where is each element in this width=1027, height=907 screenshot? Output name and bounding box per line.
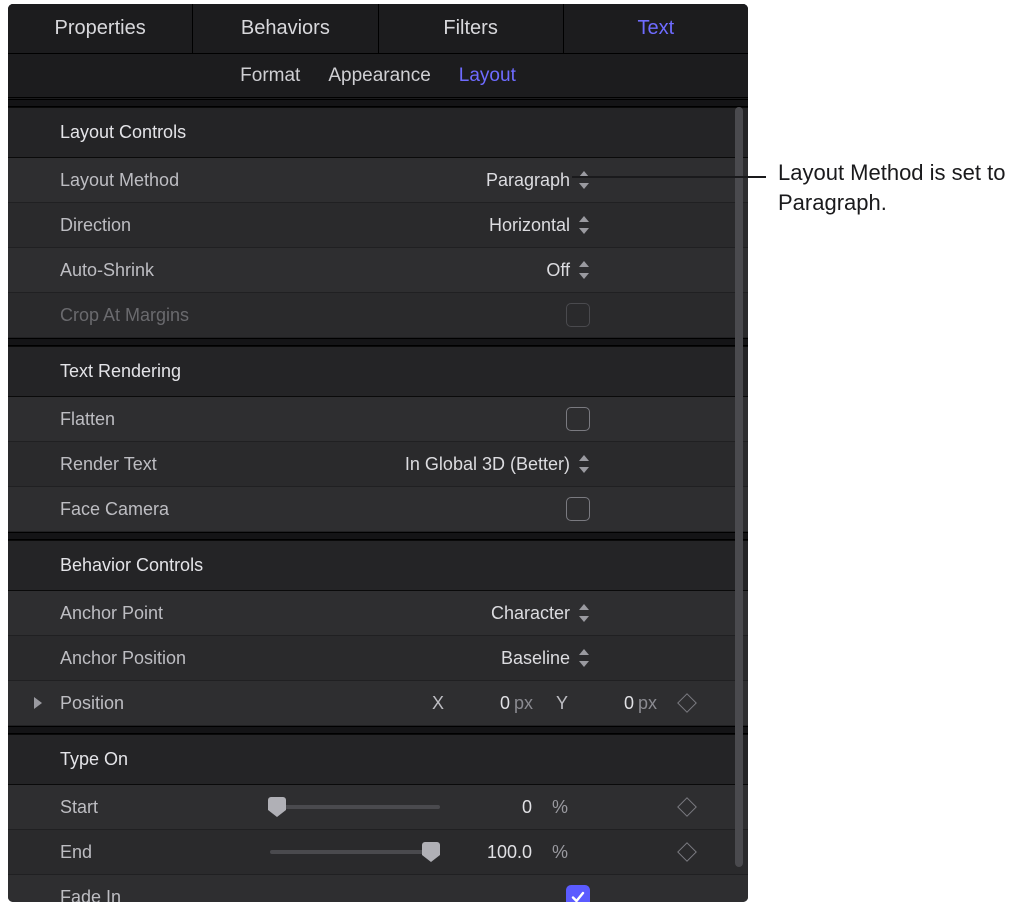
- row-auto-shrink: Auto-Shrink Off: [8, 248, 748, 293]
- checkbox-flatten[interactable]: [566, 407, 590, 431]
- tab-behaviors[interactable]: Behaviors: [193, 4, 378, 53]
- value-x[interactable]: 0: [456, 693, 510, 714]
- row-flatten: Flatten: [8, 397, 748, 442]
- label-x: X: [420, 693, 456, 714]
- group-text-rendering: Text Rendering: [8, 346, 748, 397]
- label-start: Start: [60, 797, 270, 818]
- popup-render-text[interactable]: In Global 3D (Better): [405, 454, 590, 475]
- group-layout-controls: Layout Controls: [8, 107, 748, 158]
- callout-line: [572, 176, 766, 178]
- popup-anchor-position[interactable]: Baseline: [501, 648, 590, 669]
- subtab-layout[interactable]: Layout: [459, 65, 516, 87]
- value-direction: Horizontal: [489, 215, 570, 236]
- tab-filters[interactable]: Filters: [379, 4, 564, 53]
- label-auto-shrink: Auto-Shrink: [60, 260, 270, 281]
- unit-start: %: [552, 797, 576, 818]
- row-anchor-position: Anchor Position Baseline: [8, 636, 748, 681]
- label-y: Y: [544, 693, 580, 714]
- slider-start[interactable]: [270, 805, 440, 809]
- check-icon: [570, 889, 586, 902]
- subtab-appearance[interactable]: Appearance: [328, 65, 430, 87]
- value-end[interactable]: 100.0: [460, 842, 532, 863]
- row-layout-method: Layout Method Paragraph: [8, 158, 748, 203]
- row-crop-at-margins: Crop At Margins: [8, 293, 748, 338]
- row-start: Start 0 %: [8, 785, 748, 830]
- label-layout-method: Layout Method: [60, 170, 270, 191]
- label-anchor-position: Anchor Position: [60, 648, 270, 669]
- label-flatten: Flatten: [60, 409, 270, 430]
- scrollbar[interactable]: [735, 107, 743, 867]
- main-tab-bar: Properties Behaviors Filters Text: [8, 4, 748, 54]
- label-position: Position: [60, 693, 270, 714]
- updown-icon: [578, 455, 590, 473]
- row-face-camera: Face Camera: [8, 487, 748, 532]
- unit-end: %: [552, 842, 576, 863]
- row-fade-in: Fade In: [8, 875, 748, 902]
- popup-anchor-point[interactable]: Character: [491, 603, 590, 624]
- group-behavior-controls: Behavior Controls: [8, 540, 748, 591]
- sub-tab-bar: Format Appearance Layout: [8, 54, 748, 98]
- slider-thumb-start[interactable]: [268, 797, 286, 817]
- popup-layout-method[interactable]: Paragraph: [486, 170, 590, 191]
- row-anchor-point: Anchor Point Character: [8, 591, 748, 636]
- inspector-panel: Properties Behaviors Filters Text Format…: [8, 4, 748, 902]
- subtab-format[interactable]: Format: [240, 65, 300, 87]
- callout-text: Layout Method is set to Paragraph.: [778, 158, 1008, 217]
- label-render-text: Render Text: [60, 454, 270, 475]
- updown-icon: [578, 216, 590, 234]
- updown-icon: [578, 649, 590, 667]
- value-y[interactable]: 0: [580, 693, 634, 714]
- unit-x: px: [510, 693, 544, 714]
- popup-direction[interactable]: Horizontal: [489, 215, 590, 236]
- unit-y: px: [634, 693, 668, 714]
- slider-thumb-end[interactable]: [422, 842, 440, 862]
- popup-auto-shrink[interactable]: Off: [546, 260, 590, 281]
- value-start[interactable]: 0: [460, 797, 532, 818]
- tab-text[interactable]: Text: [564, 4, 748, 53]
- label-crop-at-margins: Crop At Margins: [60, 305, 270, 326]
- updown-icon: [578, 604, 590, 622]
- row-position: Position X 0 px Y 0 px: [8, 681, 748, 726]
- value-anchor-position: Baseline: [501, 648, 570, 669]
- value-layout-method: Paragraph: [486, 170, 570, 191]
- value-anchor-point: Character: [491, 603, 570, 624]
- checkbox-fade-in[interactable]: [566, 885, 590, 902]
- label-anchor-point: Anchor Point: [60, 603, 270, 624]
- row-end: End 100.0 %: [8, 830, 748, 875]
- value-render-text: In Global 3D (Better): [405, 454, 570, 475]
- inspector-scroll-area[interactable]: Layout Controls Layout Method Paragraph …: [8, 99, 748, 902]
- label-fade-in: Fade In: [60, 887, 270, 903]
- label-end: End: [60, 842, 270, 863]
- value-auto-shrink: Off: [546, 260, 570, 281]
- updown-icon: [578, 171, 590, 189]
- group-type-on: Type On: [8, 734, 748, 785]
- checkbox-face-camera[interactable]: [566, 497, 590, 521]
- updown-icon: [578, 261, 590, 279]
- checkbox-crop-at-margins: [566, 303, 590, 327]
- tab-properties[interactable]: Properties: [8, 4, 193, 53]
- row-render-text: Render Text In Global 3D (Better): [8, 442, 748, 487]
- slider-end[interactable]: [270, 850, 440, 854]
- label-direction: Direction: [60, 215, 270, 236]
- disclosure-position[interactable]: [34, 697, 42, 709]
- row-direction: Direction Horizontal: [8, 203, 748, 248]
- label-face-camera: Face Camera: [60, 499, 270, 520]
